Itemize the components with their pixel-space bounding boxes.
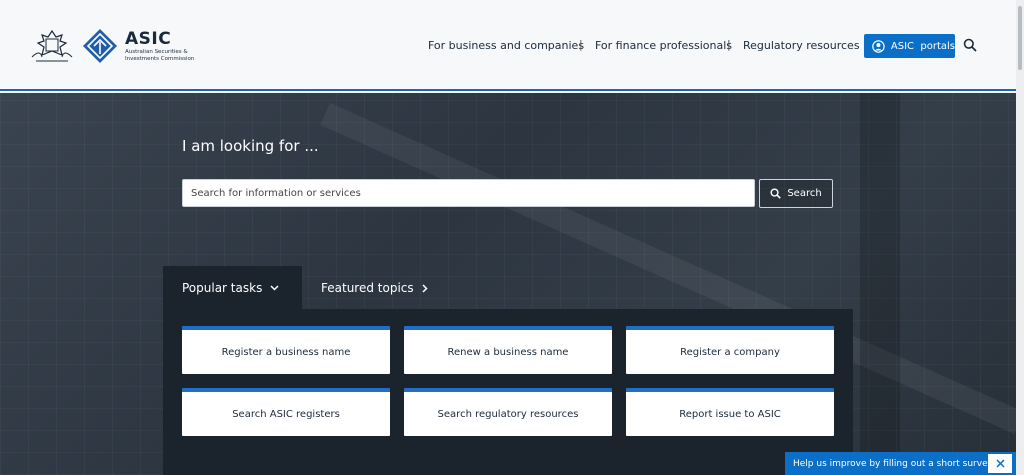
brand-name[interactable]: ASIC [125,29,171,49]
nav-separator: | [727,38,731,51]
task-card-register-business-name[interactable]: Register a business name [182,326,390,374]
close-icon [995,459,1005,468]
scrollbar-thumb[interactable] [1018,6,1022,70]
nav-business-companies[interactable]: For business and companies [428,39,584,52]
chevron-down-icon [270,285,279,291]
task-card-register-company[interactable]: Register a company [626,326,834,374]
task-card-search-regulatory-resources[interactable]: Search regulatory resources [404,388,612,436]
tab-popular-label: Popular tasks [182,281,263,295]
task-card-renew-business-name[interactable]: Renew a business name [404,326,612,374]
popular-tasks-panel: Register a business name Renew a busines… [163,309,853,475]
hero-section: I am looking for ... Search Popular task… [0,93,1016,475]
nav-regulatory-resources[interactable]: Regulatory resources [743,39,860,52]
brand-subtitle: Australian Securities & Investments Comm… [125,49,195,62]
task-card-report-issue[interactable]: Report issue to ASIC [626,388,834,436]
tab-featured-topics[interactable]: Featured topics [321,266,428,310]
survey-close-button[interactable] [988,454,1012,473]
hero-background-tower [860,93,900,475]
search-button-label: Search [787,188,822,199]
page-scrollbar[interactable] [1016,0,1024,475]
survey-banner[interactable]: Help us improve by filling out a short s… [785,452,1016,475]
hero-title: I am looking for ... [182,137,319,155]
nav-finance-professionals[interactable]: For finance professionals [595,39,732,52]
nav-separator: | [579,38,583,51]
survey-label: Help us improve by filling out a short s… [793,458,993,469]
coat-of-arms-icon [31,29,73,62]
task-card-search-registers[interactable]: Search ASIC registers [182,388,390,436]
site-header: ASIC Australian Securities & Investments… [0,0,1016,91]
search-icon [770,188,782,199]
chevron-right-icon [422,283,428,293]
user-circle-icon [872,39,885,53]
asic-portals-button[interactable]: ASIC portals [864,34,955,58]
tab-popular-tasks[interactable]: Popular tasks [163,266,302,310]
asic-portals-label: ASIC portals [890,40,955,52]
search-icon[interactable] [963,38,977,52]
asic-diamond-logo-icon[interactable] [82,28,118,64]
search-button[interactable]: Search [759,179,833,208]
search-input[interactable] [182,179,755,207]
tab-featured-label: Featured topics [321,281,414,295]
